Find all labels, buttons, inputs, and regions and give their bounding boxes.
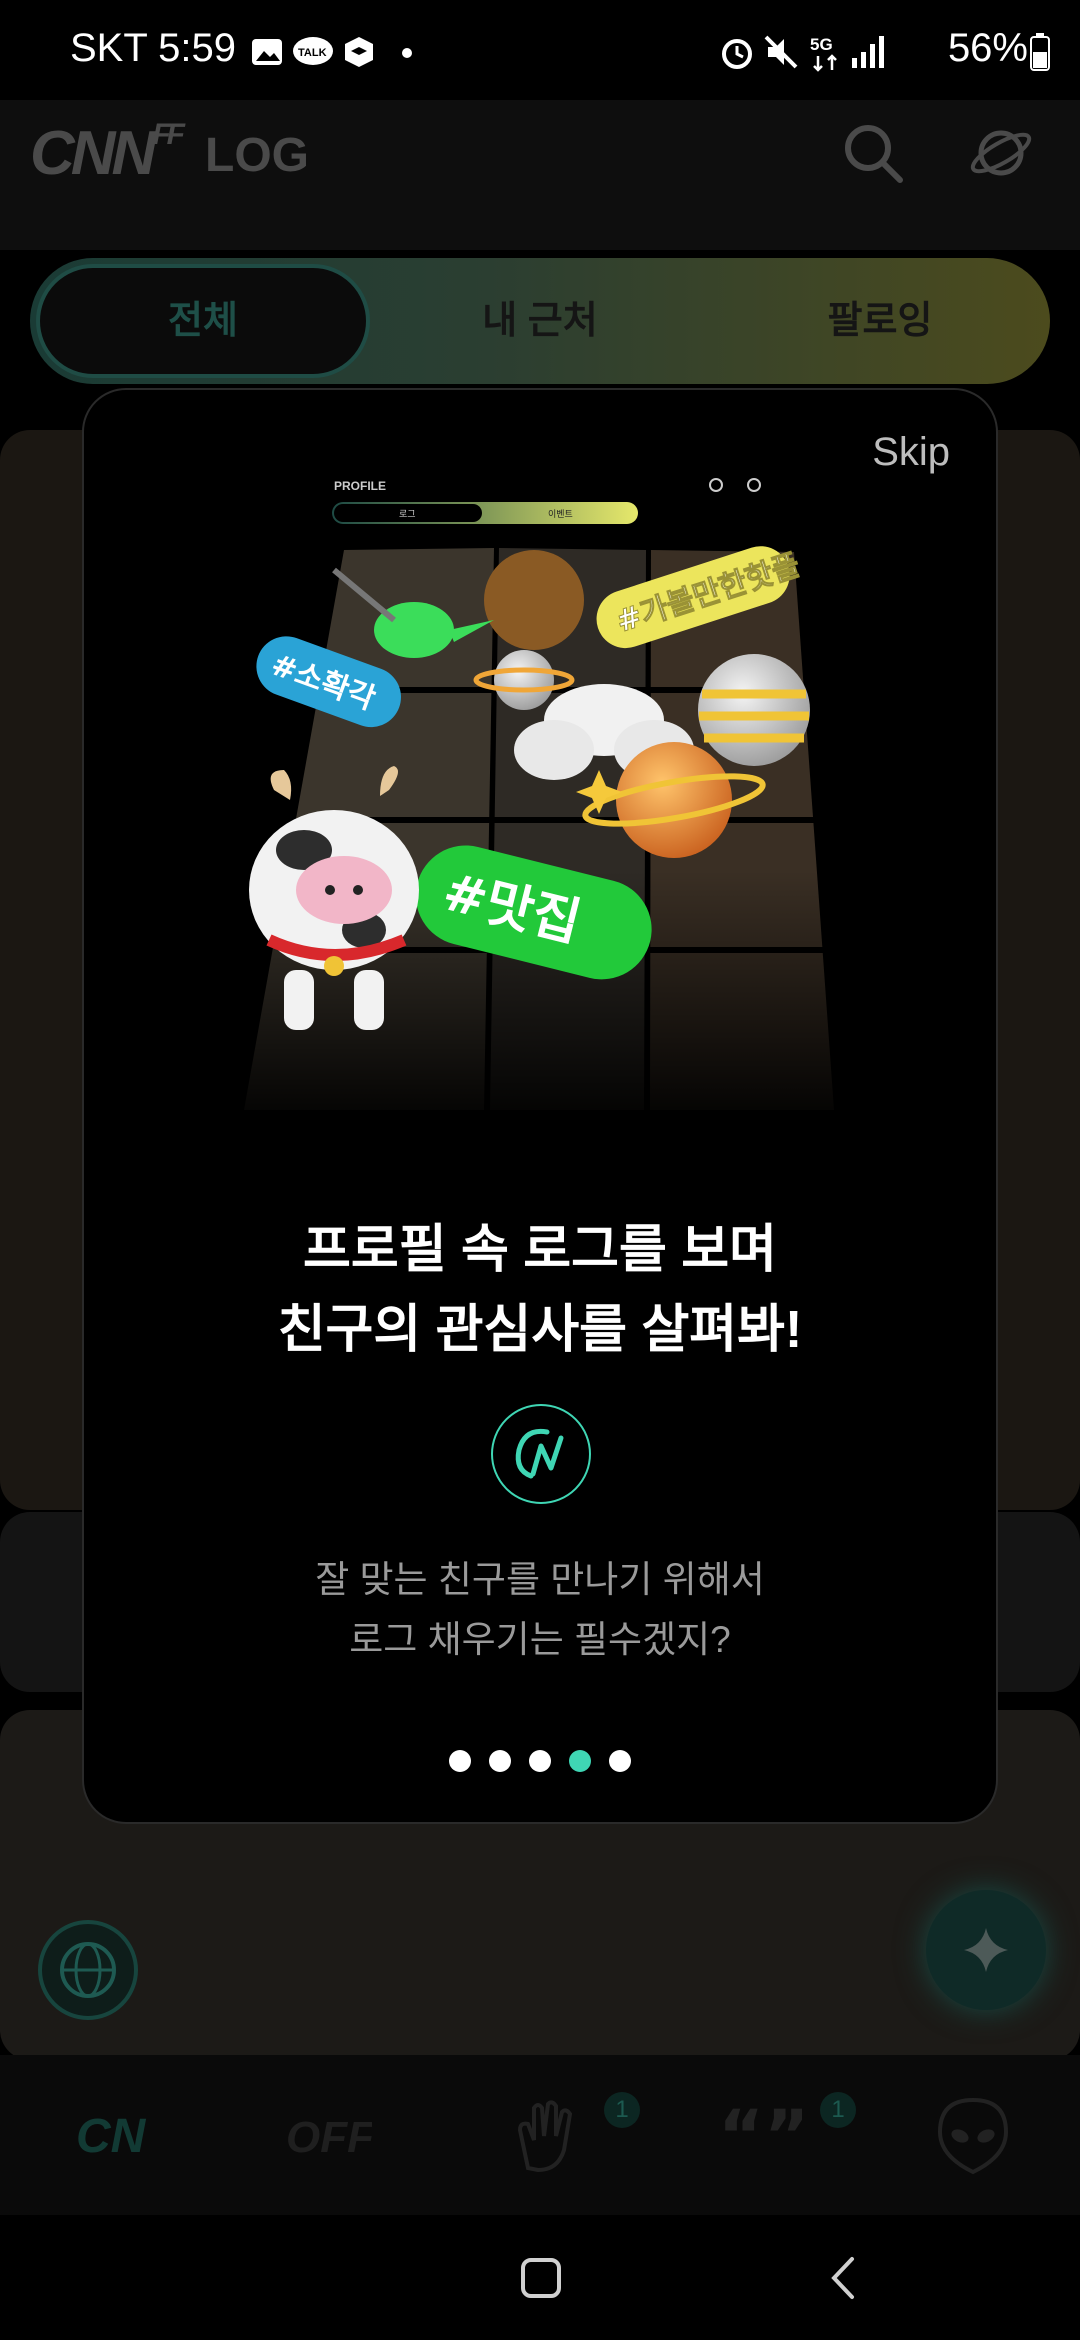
globe-icon xyxy=(60,1942,116,1998)
battery-text: 56% xyxy=(947,26,1028,70)
back-button-icon[interactable] xyxy=(828,2255,858,2301)
signal-icon xyxy=(852,36,884,68)
headline-line1: 프로필 속 로그를 보며 xyxy=(303,1221,777,1279)
hand-icon[interactable] xyxy=(498,2090,588,2180)
system-nav-bar xyxy=(0,2215,1080,2340)
create-button[interactable] xyxy=(926,1890,1046,2010)
onboarding-modal: Skip PROFILE 로그 이벤트 #가볼만한핫플 #소확각 #맛집 프로필… xyxy=(82,388,998,1824)
profile-log-illustration: PROFILE 로그 이벤트 #가볼만한핫플 #소확각 #맛집 xyxy=(194,478,874,1110)
battery-icon xyxy=(1030,33,1050,71)
page-dot[interactable] xyxy=(609,1750,631,1772)
svg-text:5G: 5G xyxy=(810,35,833,54)
status-time: SKT 5:59 xyxy=(70,26,237,70)
alien-icon[interactable] xyxy=(928,2090,1018,2180)
page-dot[interactable] xyxy=(449,1750,471,1772)
status-bar: SKT 5:59 TALK 56% 5G xyxy=(0,0,1080,100)
tab-nearby[interactable]: 내 근처 xyxy=(370,258,710,384)
cn-logo-icon xyxy=(491,1404,591,1504)
page-dot[interactable] xyxy=(529,1750,551,1772)
box-icon xyxy=(345,37,373,67)
headline-line2: 친구의 관심사를 살펴봐! xyxy=(277,1301,803,1359)
talk-icon: TALK xyxy=(293,37,333,65)
globe-button[interactable] xyxy=(38,1920,138,2020)
onboarding-description: 잘 맞는 친구를 만나기 위해서 로그 채우기는 필수겠지? xyxy=(84,1550,996,1670)
quote-badge: 1 xyxy=(820,2092,856,2128)
illus-tab-event: 이벤트 xyxy=(548,509,573,520)
page-dot-active[interactable] xyxy=(569,1750,591,1772)
app-logo: CNNFF xyxy=(30,118,185,188)
tab-all[interactable]: 전체 xyxy=(36,258,370,384)
page-dot[interactable] xyxy=(489,1750,511,1772)
dot-icon xyxy=(402,48,412,58)
home-button-icon[interactable] xyxy=(520,2257,562,2299)
search-icon[interactable] xyxy=(838,118,908,188)
onboarding-headline: 프로필 속 로그를 보며 친구의 관심사를 살펴봐! xyxy=(84,1210,996,1370)
alarm-icon xyxy=(722,39,752,69)
quote-icon[interactable]: “” xyxy=(712,2090,802,2180)
illus-tab-log: 로그 xyxy=(399,510,416,520)
feed-tabs: 전체 내 근처 팔로잉 xyxy=(30,258,1050,384)
svg-text:CN: CN xyxy=(76,2110,147,2163)
pagination-dots xyxy=(84,1750,996,1777)
5g-icon: 5G xyxy=(810,35,837,72)
svg-text:TALK: TALK xyxy=(298,47,327,59)
mute-icon xyxy=(764,35,798,69)
description-line2: 로그 채우기는 필수겠지? xyxy=(349,1619,731,1660)
off-icon[interactable]: OFF xyxy=(282,2090,372,2180)
gallery-icon xyxy=(252,39,282,65)
hand-badge: 1 xyxy=(604,2092,640,2128)
page-title: LOG xyxy=(205,129,309,182)
illus-profile-label: PROFILE xyxy=(334,479,386,493)
svg-text:“”: “” xyxy=(718,2095,802,2177)
planet-icon[interactable] xyxy=(966,118,1036,188)
svg-text:OFF: OFF xyxy=(286,2113,372,2162)
sparkle-plus-icon xyxy=(964,1928,1008,1972)
description-line1: 잘 맞는 친구를 만나기 위해서 xyxy=(315,1559,765,1600)
cn-icon[interactable]: CN xyxy=(68,2090,158,2180)
skip-button[interactable]: Skip xyxy=(872,430,950,475)
tab-following[interactable]: 팔로잉 xyxy=(710,258,1050,384)
